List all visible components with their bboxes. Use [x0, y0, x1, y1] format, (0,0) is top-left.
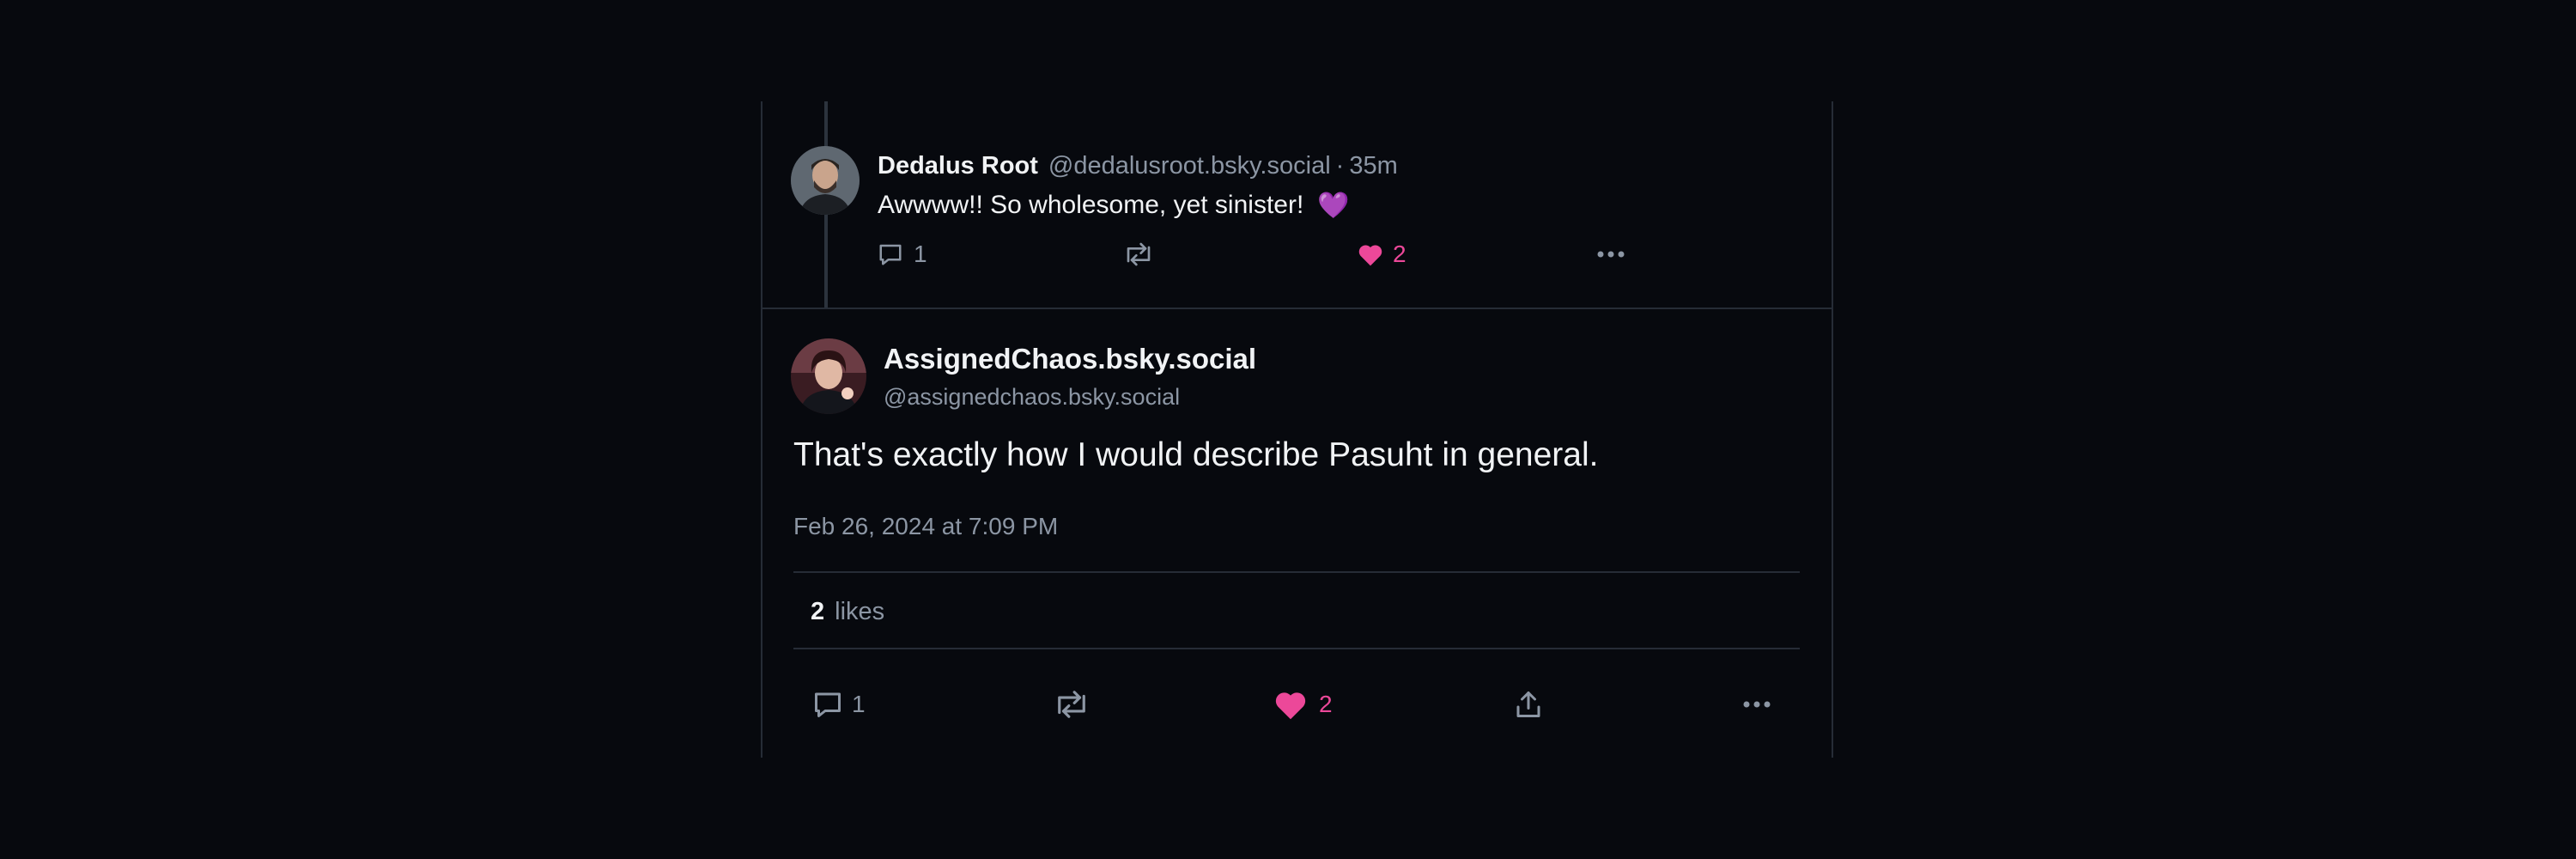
reply-count: 1: [914, 241, 927, 267]
likes-summary[interactable]: 2 likes: [811, 593, 884, 631]
more-options-button[interactable]: [1595, 237, 1626, 271]
share-upload-icon: [1513, 688, 1544, 721]
reply-header: Dedalus Root @dedalusroot.bsky.social · …: [878, 146, 1398, 186]
author-name[interactable]: AssignedChaos.bsky.social: [884, 340, 1256, 378]
more-options-button[interactable]: [1740, 684, 1774, 725]
feed-right-border: [1832, 101, 1833, 758]
comment-bubble-icon: [878, 241, 903, 267]
like-button[interactable]: 2: [1273, 684, 1333, 725]
author-handle[interactable]: @assignedchaos.bsky.social: [884, 381, 1180, 412]
more-dots-icon: [1595, 249, 1626, 259]
repost-button[interactable]: [1051, 684, 1092, 725]
repost-arrows-icon: [1121, 241, 1156, 268]
post-time[interactable]: 35m: [1349, 152, 1397, 180]
reply-text: Awwww!! So wholesome, yet sinister!: [878, 191, 1304, 219]
divider: [793, 648, 1800, 649]
like-count: 2: [1319, 691, 1333, 717]
reply-count: 1: [852, 691, 866, 717]
separator-dot: ·: [1335, 151, 1345, 180]
likes-label: likes: [835, 597, 885, 625]
reply-button[interactable]: 1: [812, 684, 866, 725]
repost-arrows-icon: [1051, 688, 1092, 721]
thread-view: Dedalus Root @dedalusroot.bsky.social · …: [0, 0, 2576, 859]
more-dots-icon: [1740, 699, 1774, 710]
like-button[interactable]: 2: [1357, 237, 1406, 271]
divider: [793, 571, 1800, 573]
comment-bubble-icon: [812, 689, 843, 720]
heart-icon: [1357, 241, 1384, 267]
reply-body: Awwww!! So wholesome, yet sinister! 💜: [878, 186, 1350, 225]
author-handle[interactable]: @dedalusroot.bsky.social: [1048, 152, 1331, 180]
heart-icon: [1273, 688, 1309, 721]
like-count: 2: [1393, 241, 1406, 267]
repost-button[interactable]: [1121, 237, 1156, 271]
reply-button[interactable]: 1: [878, 237, 927, 271]
avatar[interactable]: [791, 146, 860, 215]
share-button[interactable]: [1513, 684, 1544, 725]
likes-count: 2: [811, 597, 825, 625]
purple-heart-emoji: 💜: [1317, 191, 1350, 220]
post-text: That's exactly how I would describe Pasu…: [793, 436, 1599, 473]
author-name[interactable]: Dedalus Root: [878, 152, 1038, 180]
feed-left-border: [761, 101, 762, 758]
post-divider: [762, 308, 1832, 309]
avatar[interactable]: [791, 338, 866, 414]
post-timestamp: Feb 26, 2024 at 7:09 PM: [793, 513, 1059, 539]
